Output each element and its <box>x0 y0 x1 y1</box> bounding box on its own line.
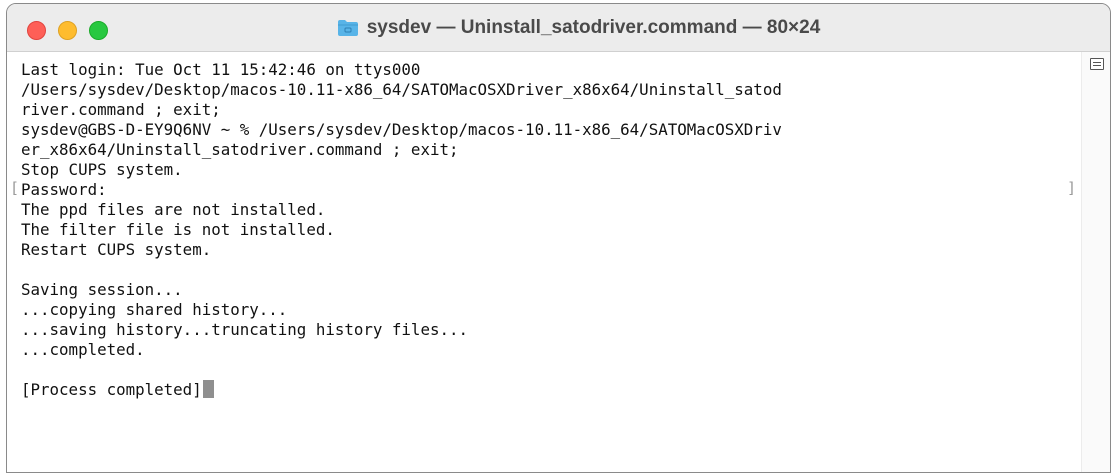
terminal-line: The filter file is not installed. <box>21 220 1082 240</box>
terminal-line-text: The ppd files are not installed. <box>21 200 326 219</box>
terminal-line-text: ...saving history...truncating history f… <box>21 320 468 339</box>
terminal-line: sysdev@GBS-D-EY9Q6NV ~ % /Users/sysdev/D… <box>21 120 1082 140</box>
terminal-line: The ppd files are not installed. <box>21 200 1082 220</box>
terminal-line-text: The filter file is not installed. <box>21 220 335 239</box>
terminal-line: Password: <box>21 180 1082 200</box>
inspector-icon[interactable] <box>1090 58 1104 70</box>
terminal-line: Restart CUPS system. <box>21 240 1082 260</box>
terminal-line-text: Last login: Tue Oct 11 15:42:46 on ttys0… <box>21 60 421 79</box>
terminal-line: ...saving history...truncating history f… <box>21 320 1082 340</box>
terminal-line-text: er_x86x64/Uninstall_satodriver.command ;… <box>21 140 459 159</box>
terminal-line-text: /Users/sysdev/Desktop/macos-10.11-x86_64… <box>21 80 782 99</box>
mark-right: ] <box>1066 179 1076 197</box>
terminal-line-text: Stop CUPS system. <box>21 160 183 179</box>
terminal-line: ...copying shared history... <box>21 300 1082 320</box>
terminal-line-text: ...completed. <box>21 340 145 359</box>
terminal-line: er_x86x64/Uninstall_satodriver.command ;… <box>21 140 1082 160</box>
terminal-line-text: ...copying shared history... <box>21 300 288 319</box>
terminal-line: /Users/sysdev/Desktop/macos-10.11-x86_64… <box>21 80 1082 100</box>
terminal-line: [Process completed] <box>21 380 1082 400</box>
window-title: sysdev — Uninstall_satodriver.command — … <box>366 16 821 38</box>
terminal-line: ...completed. <box>21 340 1082 360</box>
terminal-line: Stop CUPS system. <box>21 160 1082 180</box>
terminal-line-text: sysdev@GBS-D-EY9Q6NV ~ % /Users/sysdev/D… <box>21 120 782 139</box>
terminal-line: river.command ; exit; <box>21 100 1082 120</box>
terminal-line-text: Password: <box>21 180 107 199</box>
scrollbar[interactable] <box>1081 52 1110 472</box>
title-bar[interactable]: sysdev — Uninstall_satodriver.command — … <box>7 4 1110 52</box>
terminal-line-text: Saving session... <box>21 280 183 299</box>
terminal-line-text: Restart CUPS system. <box>21 240 212 259</box>
text-cursor <box>202 380 214 398</box>
mark-left: [ <box>10 179 20 197</box>
folder-icon <box>337 19 359 37</box>
terminal-line-text: [Process completed] <box>21 380 202 399</box>
terminal-line: Saving session... <box>21 280 1082 300</box>
terminal-output[interactable]: Last login: Tue Oct 11 15:42:46 on ttys0… <box>7 52 1082 472</box>
title-group: sysdev — Uninstall_satodriver.command — … <box>7 4 1110 51</box>
terminal-line-text: river.command ; exit; <box>21 100 221 119</box>
terminal-line: Last login: Tue Oct 11 15:42:46 on ttys0… <box>21 60 1082 80</box>
terminal-window: sysdev — Uninstall_satodriver.command — … <box>6 3 1111 473</box>
